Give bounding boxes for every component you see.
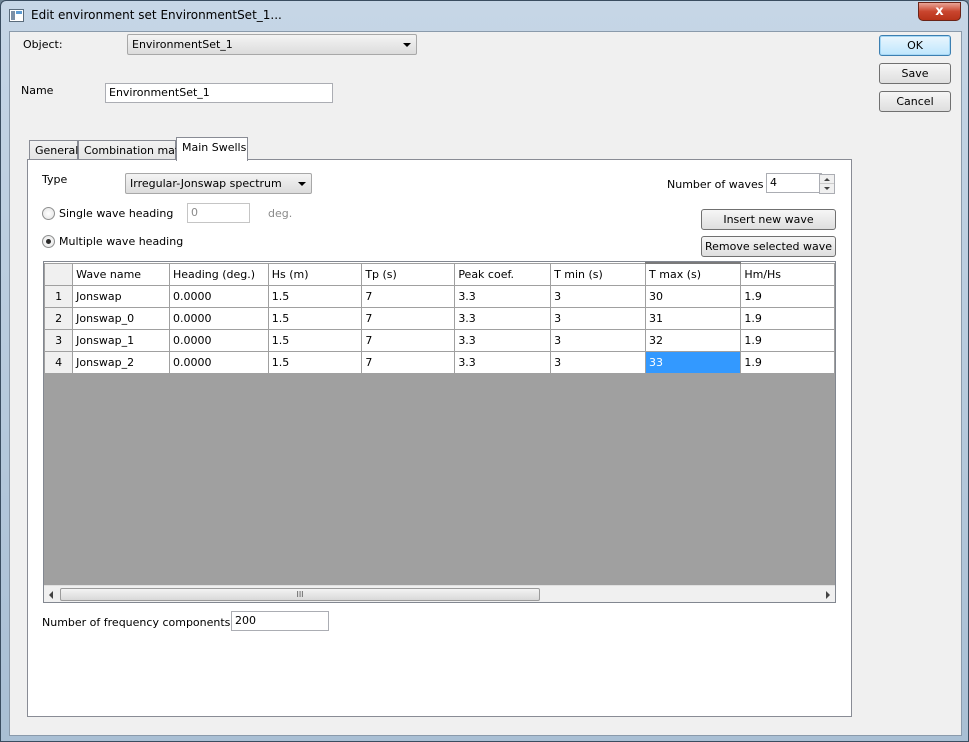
table-cell[interactable]: 31 — [645, 306, 742, 330]
tab-combination-matrix[interactable]: Combination matrix — [78, 140, 193, 161]
table-cell[interactable]: 0.0000 — [168, 350, 269, 374]
save-button[interactable]: Save — [879, 63, 951, 84]
column-header[interactable]: T max (s) — [645, 262, 742, 286]
single-wave-heading-label: Single wave heading — [59, 207, 174, 220]
type-label: Type — [42, 173, 68, 186]
table-cell[interactable]: 3.3 — [454, 284, 552, 308]
frequency-components-input[interactable]: 200 — [231, 611, 329, 631]
chevron-down-icon — [403, 43, 411, 47]
dialog-client-area: Object: EnvironmentSet_1 Name Environmen… — [9, 31, 962, 736]
column-header[interactable]: Hm/Hs — [740, 262, 835, 286]
row-header[interactable]: 4 — [44, 350, 74, 374]
object-select-value: EnvironmentSet_1 — [132, 38, 233, 51]
scroll-thumb[interactable]: III — [60, 588, 540, 601]
waves-table: Wave name Heading (deg.) Hs (m) Tp (s) P… — [44, 262, 835, 374]
table-cell[interactable]: Jonswap_1 — [72, 328, 170, 352]
column-header[interactable]: Hs (m) — [267, 262, 363, 286]
table-cell[interactable]: 0.0000 — [168, 306, 269, 330]
table-cell[interactable]: Jonswap — [72, 284, 170, 308]
object-select[interactable]: EnvironmentSet_1 — [127, 34, 417, 55]
table-cell[interactable]: 0.0000 — [168, 328, 269, 352]
table-cell[interactable]: 1.9 — [740, 306, 835, 330]
table-row[interactable]: 2 Jonswap_0 0.0000 1.5 7 3.3 3 31 1.9 — [44, 306, 835, 330]
table-cell[interactable]: 1.9 — [740, 350, 835, 374]
multiple-wave-heading-label: Multiple wave heading — [59, 235, 184, 248]
close-button[interactable]: x — [918, 2, 961, 21]
table-cell[interactable]: 3 — [550, 350, 647, 374]
single-wave-heading-input[interactable]: 0 — [187, 203, 250, 223]
window-title: Edit environment set EnvironmentSet_1... — [31, 8, 282, 22]
row-header[interactable]: 1 — [44, 284, 74, 308]
remove-selected-wave-button[interactable]: Remove selected wave — [701, 236, 836, 257]
table-cell[interactable]: 3.3 — [454, 328, 552, 352]
table-cell[interactable]: 3.3 — [454, 350, 552, 374]
horizontal-scrollbar[interactable]: III — [44, 585, 835, 602]
dialog-window: Edit environment set EnvironmentSet_1...… — [0, 0, 969, 742]
table-cell[interactable]: 3 — [550, 306, 647, 330]
table-cell[interactable]: Jonswap_2 — [72, 350, 170, 374]
number-of-waves-spinner[interactable] — [819, 174, 835, 194]
table-cell[interactable]: 3 — [550, 284, 647, 308]
column-header[interactable]: Wave name — [72, 262, 170, 286]
scroll-left-icon[interactable] — [49, 591, 53, 599]
table-row[interactable]: 3 Jonswap_1 0.0000 1.5 7 3.3 3 32 1.9 — [44, 328, 835, 352]
row-header[interactable]: 2 — [44, 306, 74, 330]
table-cell[interactable]: 1.9 — [740, 284, 835, 308]
name-label: Name — [21, 84, 54, 97]
table-cell[interactable]: 7 — [361, 306, 456, 330]
selected-cell[interactable]: 33 — [645, 350, 742, 374]
type-select-value: Irregular-Jonswap spectrum — [130, 177, 282, 190]
column-header[interactable]: Heading (deg.) — [168, 262, 269, 286]
table-header-row: Wave name Heading (deg.) Hs (m) Tp (s) P… — [44, 262, 835, 286]
main-swells-panel: Type Irregular-Jonswap spectrum Number o… — [27, 159, 852, 717]
column-header[interactable]: T min (s) — [550, 262, 647, 286]
heading-unit-label: deg. — [268, 207, 293, 220]
row-header[interactable]: 3 — [44, 328, 74, 352]
table-cell[interactable]: 1.5 — [267, 284, 363, 308]
table-cell[interactable]: 1.9 — [740, 328, 835, 352]
cancel-button[interactable]: Cancel — [879, 91, 951, 112]
table-cell[interactable]: 7 — [361, 328, 456, 352]
waves-grid[interactable]: Wave name Heading (deg.) Hs (m) Tp (s) P… — [43, 261, 836, 603]
table-cell[interactable]: 3 — [550, 328, 647, 352]
app-icon — [9, 9, 24, 22]
single-wave-heading-radio[interactable] — [42, 207, 55, 220]
table-row[interactable]: 1 Jonswap 0.0000 1.5 7 3.3 3 30 1.9 — [44, 284, 835, 308]
number-of-waves-label: Number of waves — [667, 178, 764, 191]
tab-main-swells[interactable]: Main Swells — [176, 137, 248, 161]
title-bar[interactable]: Edit environment set EnvironmentSet_1...… — [1, 1, 968, 31]
column-header[interactable]: Tp (s) — [361, 262, 456, 286]
chevron-down-icon — [298, 182, 306, 186]
spin-down-icon[interactable] — [820, 184, 834, 193]
multiple-wave-heading-radio[interactable] — [42, 235, 55, 248]
column-header[interactable]: Peak coef. — [454, 262, 552, 286]
table-cell[interactable]: 3.3 — [454, 306, 552, 330]
table-cell[interactable]: 1.5 — [267, 350, 363, 374]
table-cell[interactable]: 30 — [645, 284, 742, 308]
frequency-components-label: Number of frequency components — [42, 616, 231, 629]
table-cell[interactable]: 32 — [645, 328, 742, 352]
name-input[interactable]: EnvironmentSet_1 — [105, 83, 333, 103]
type-select[interactable]: Irregular-Jonswap spectrum — [125, 173, 312, 194]
spin-up-icon[interactable] — [820, 175, 834, 184]
table-cell[interactable]: 7 — [361, 350, 456, 374]
table-cell[interactable]: 0.0000 — [168, 284, 269, 308]
scroll-right-icon[interactable] — [826, 591, 830, 599]
number-of-waves-input[interactable]: 4 — [766, 173, 822, 193]
table-cell[interactable]: 1.5 — [267, 328, 363, 352]
table-cell[interactable]: 1.5 — [267, 306, 363, 330]
table-row[interactable]: 4 Jonswap_2 0.0000 1.5 7 3.3 3 33 1.9 — [44, 350, 835, 374]
table-cell[interactable]: Jonswap_0 — [72, 306, 170, 330]
ok-button[interactable]: OK — [879, 35, 951, 56]
tab-general[interactable]: General — [29, 140, 78, 161]
object-label: Object: — [23, 38, 63, 51]
corner-cell[interactable] — [44, 262, 74, 286]
table-cell[interactable]: 7 — [361, 284, 456, 308]
insert-new-wave-button[interactable]: Insert new wave — [701, 209, 836, 230]
